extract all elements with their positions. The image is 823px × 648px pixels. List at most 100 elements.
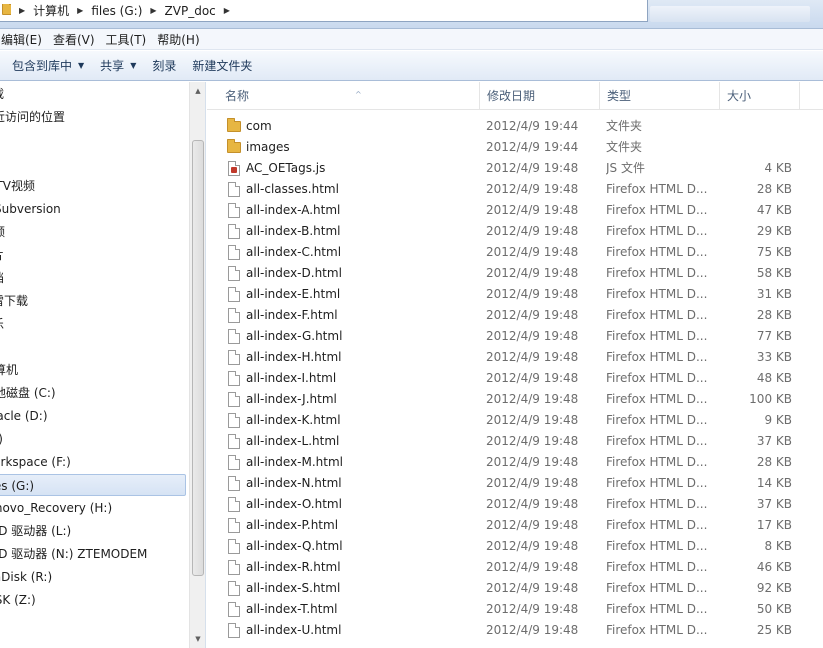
nav-item[interactable]: files (G:) bbox=[0, 474, 186, 496]
share-label: 共享 bbox=[100, 59, 125, 73]
menu-view[interactable]: 查看(V) bbox=[48, 31, 100, 48]
nav-item-label: 图片 bbox=[0, 248, 4, 262]
file-date: 2012/4/9 19:48 bbox=[486, 182, 579, 196]
file-row[interactable]: AC_OETags.js 2012/4/9 19:48 JS 文件 4 KB bbox=[207, 158, 823, 179]
column-header-date[interactable]: 修改日期 bbox=[480, 82, 600, 110]
file-row[interactable]: all-index-A.html 2012/4/9 19:48 Firefox HT… bbox=[207, 200, 823, 221]
nav-item[interactable]: 下载 bbox=[0, 83, 186, 105]
file-row[interactable]: all-index-F.html 2012/4/9 19:48 Firefox HT… bbox=[207, 305, 823, 326]
file-row[interactable]: all-index-U.html 2012/4/9 19:48 Firefox HT… bbox=[207, 620, 823, 641]
nav-item[interactable]: Oracle (D:) bbox=[0, 405, 186, 427]
nav-item[interactable]: 最近访问的位置 bbox=[0, 106, 186, 128]
file-row[interactable]: images 2012/4/9 19:44 文件夹 bbox=[207, 137, 823, 158]
nav-item[interactable]: PPTV视频 bbox=[0, 175, 186, 197]
nav-item-label: files (G:) bbox=[0, 479, 35, 493]
chevron-right-icon[interactable]: ▶ bbox=[77, 6, 83, 15]
file-row[interactable]: all-index-G.html 2012/4/9 19:48 Firefox HT… bbox=[207, 326, 823, 347]
column-header-name[interactable]: 名称 ^ bbox=[218, 82, 480, 110]
file-row[interactable]: all-index-N.html 2012/4/9 19:48 Firefox HT… bbox=[207, 473, 823, 494]
nav-item[interactable]: DVD 驱动器 (L:) bbox=[0, 520, 186, 542]
scrollbar-thumb[interactable] bbox=[192, 140, 204, 576]
file-row[interactable]: all-index-M.html 2012/4/9 19:48 Firefox HT… bbox=[207, 452, 823, 473]
file-type: Firefox HTML D... bbox=[606, 371, 708, 385]
file-row[interactable]: all-index-Q.html 2012/4/9 19:48 Firefox HT… bbox=[207, 536, 823, 557]
nav-item[interactable]: 库 bbox=[0, 152, 186, 174]
new-folder-label: 新建文件夹 bbox=[192, 59, 253, 73]
file-size: 33 KB bbox=[756, 350, 792, 364]
nav-item bbox=[0, 129, 186, 151]
chevron-right-icon[interactable]: ▶ bbox=[19, 6, 25, 15]
nav-item-label: Subversion bbox=[0, 202, 61, 216]
nav-item-label: 最近访问的位置 bbox=[0, 110, 66, 124]
nav-item[interactable]: Workspace (F:) bbox=[0, 451, 186, 473]
column-header-date-label: 修改日期 bbox=[487, 89, 536, 103]
column-header-type[interactable]: 类型 bbox=[600, 82, 720, 110]
file-row[interactable]: all-index-T.html 2012/4/9 19:48 Firefox HT… bbox=[207, 599, 823, 620]
file-row[interactable]: com 2012/4/9 19:44 文件夹 bbox=[207, 116, 823, 137]
file-row[interactable]: all-index-K.html 2012/4/9 19:48 Firefox HT… bbox=[207, 410, 823, 431]
file-row[interactable]: all-index-B.html 2012/4/9 19:48 Firefox HT… bbox=[207, 221, 823, 242]
menu-help[interactable]: 帮助(H) bbox=[152, 31, 204, 48]
new-folder-button[interactable]: 新建文件夹 bbox=[184, 54, 260, 78]
file-row[interactable]: all-classes.html 2012/4/9 19:48 Firefox HT… bbox=[207, 179, 823, 200]
breadcrumb-folder[interactable]: ZVP_doc bbox=[165, 4, 216, 18]
nav-item[interactable]: (E:) bbox=[0, 428, 186, 450]
share-button[interactable]: 共享 ▼ bbox=[92, 54, 144, 78]
document-file-icon bbox=[228, 182, 240, 197]
file-row[interactable]: all-index-D.html 2012/4/9 19:48 Firefox HT… bbox=[207, 263, 823, 284]
address-box[interactable]: ▶ 计算机 ▶ files (G:) ▶ ZVP_doc ▶ bbox=[0, 0, 648, 22]
burn-button[interactable]: 刻录 bbox=[144, 54, 184, 78]
file-row[interactable]: all-index-H.html 2012/4/9 19:48 Firefox HT… bbox=[207, 347, 823, 368]
file-size: 25 KB bbox=[756, 623, 792, 637]
folder-icon bbox=[227, 118, 241, 135]
file-name: all-index-T.html bbox=[246, 602, 338, 616]
file-date: 2012/4/9 19:48 bbox=[486, 497, 579, 511]
file-row[interactable]: all-index-P.html 2012/4/9 19:48 Firefox HT… bbox=[207, 515, 823, 536]
menu-tools[interactable]: 工具(T) bbox=[101, 31, 152, 48]
file-name: AC_OETags.js bbox=[246, 161, 326, 175]
file-type: Firefox HTML D... bbox=[606, 518, 708, 532]
file-row[interactable]: all-index-C.html 2012/4/9 19:48 Firefox HT… bbox=[207, 242, 823, 263]
nav-item[interactable]: 迅雷下载 bbox=[0, 290, 186, 312]
column-header-size[interactable]: 大小 bbox=[720, 82, 800, 110]
document-file-icon bbox=[228, 224, 240, 239]
file-list: 名称 ^ 修改日期 类型 大小 com 2012/4/9 19:44 文件夹 imag… bbox=[207, 82, 823, 648]
folder-icon bbox=[227, 139, 241, 156]
file-row[interactable]: all-index-L.html 2012/4/9 19:48 Firefox HT… bbox=[207, 431, 823, 452]
chevron-right-icon[interactable]: ▶ bbox=[150, 6, 156, 15]
breadcrumb-drive[interactable]: files (G:) bbox=[91, 4, 142, 18]
nav-item[interactable]: 本地磁盘 (C:) bbox=[0, 382, 186, 404]
file-row[interactable]: all-index-E.html 2012/4/9 19:48 Firefox HT… bbox=[207, 284, 823, 305]
document-file-icon bbox=[228, 308, 240, 323]
file-row[interactable]: all-index-S.html 2012/4/9 19:48 Firefox HT… bbox=[207, 578, 823, 599]
file-date: 2012/4/9 19:48 bbox=[486, 266, 579, 280]
file-row[interactable]: all-index-J.html 2012/4/9 19:48 Firefox HT… bbox=[207, 389, 823, 410]
file-name: com bbox=[246, 119, 272, 133]
nav-item[interactable]: Lenovo_Recovery (H:) bbox=[0, 497, 186, 519]
chevron-right-icon[interactable]: ▶ bbox=[224, 6, 230, 15]
nav-item[interactable]: DISK (Z:) bbox=[0, 589, 186, 611]
document-file-icon bbox=[228, 518, 240, 533]
nav-item[interactable]: 视频 bbox=[0, 221, 186, 243]
nav-item[interactable]: 文档 bbox=[0, 267, 186, 289]
breadcrumb-computer[interactable]: 计算机 bbox=[33, 2, 69, 19]
nav-item[interactable]: 计算机 bbox=[0, 359, 186, 381]
file-name: all-index-C.html bbox=[246, 245, 342, 259]
scroll-up-icon[interactable]: ▲ bbox=[190, 84, 205, 98]
nav-scrollbar[interactable]: ▲ ▼ bbox=[189, 82, 205, 648]
file-row[interactable]: all-index-I.html 2012/4/9 19:48 Firefox HT… bbox=[207, 368, 823, 389]
nav-item[interactable]: YunDisk (R:) bbox=[0, 566, 186, 588]
file-row[interactable]: all-index-R.html 2012/4/9 19:48 Firefox HT… bbox=[207, 557, 823, 578]
file-date: 2012/4/9 19:48 bbox=[486, 203, 579, 217]
nav-item-label: 本地磁盘 (C:) bbox=[0, 386, 56, 400]
nav-item[interactable]: DVD 驱动器 (N:) ZTEMODEM bbox=[0, 543, 186, 565]
nav-item[interactable]: Subversion bbox=[0, 198, 186, 220]
nav-item[interactable]: 音乐 bbox=[0, 313, 186, 335]
include-in-library-button[interactable]: 包含到库中 ▼ bbox=[4, 54, 92, 78]
scroll-down-icon[interactable]: ▼ bbox=[190, 632, 205, 646]
file-row[interactable]: all-index-O.html 2012/4/9 19:48 Firefox HT… bbox=[207, 494, 823, 515]
nav-item[interactable]: 图片 bbox=[0, 244, 186, 266]
file-name: all-index-L.html bbox=[246, 434, 340, 448]
menu-edit[interactable]: 编辑(E) bbox=[0, 31, 47, 48]
search-box[interactable] bbox=[650, 6, 810, 22]
